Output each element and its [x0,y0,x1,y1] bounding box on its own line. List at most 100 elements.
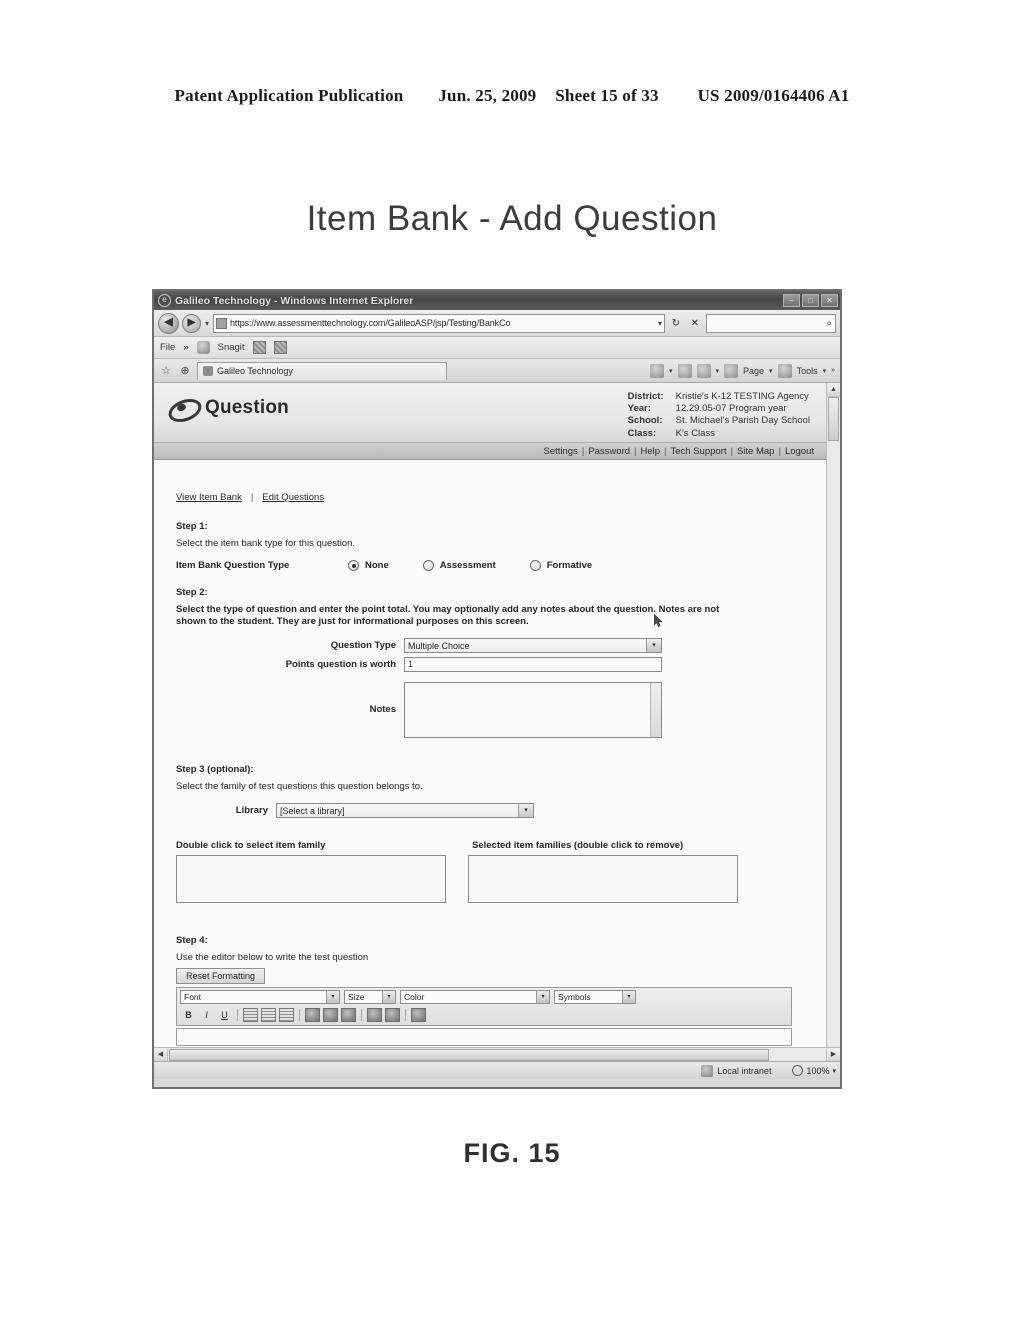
scroll-up-button[interactable]: ▲ [827,383,840,397]
chevron-down-icon[interactable]: ▾ [622,991,635,1003]
hscroll-thumb[interactable] [169,1048,769,1061]
nav-link-tech-support[interactable]: Tech Support [671,446,727,457]
printer-icon[interactable] [696,363,711,378]
menu-item-file[interactable]: File [160,342,175,353]
nav-link-password[interactable]: Password [588,446,630,457]
nav-separator: | [581,445,585,457]
align-right-button[interactable] [279,1008,294,1022]
size-select[interactable]: Size ▾ [344,990,396,1004]
snagit-grid-icon[interactable] [252,341,266,354]
home-icon[interactable] [649,363,664,378]
nav-link-site-map[interactable]: Site Map [737,446,775,457]
font-value: Font [184,992,202,1002]
question-editor-canvas[interactable] [176,1028,792,1046]
patent-header: Patent Application Publication Jun. 25, … [0,86,1024,106]
selected-families-listbox[interactable] [468,855,738,903]
chevron-down-icon[interactable]: ▾ [536,991,549,1003]
page-menu-icon[interactable] [724,363,739,378]
rss-icon[interactable] [677,363,692,378]
page-caret-icon[interactable]: ▾ [769,367,773,375]
tools-menu-icon[interactable] [777,363,792,378]
color-select[interactable]: Color ▾ [400,990,550,1004]
nav-link-help[interactable]: Help [641,446,661,457]
paste-button[interactable] [341,1008,356,1022]
bold-button[interactable]: B [181,1008,196,1022]
step3-description: Select the family of test questions this… [176,781,423,792]
page-vertical-scrollbar[interactable]: ▲ ▼ [826,383,840,1061]
align-center-button[interactable] [261,1008,276,1022]
points-input[interactable]: 1 [404,657,662,672]
chevron-down-icon[interactable]: ▾ [326,991,339,1003]
divider [299,1009,300,1021]
nav-link-logout[interactable]: Logout [785,446,814,457]
url-dropdown-icon[interactable]: ▾ [658,319,662,328]
scroll-thumb[interactable] [828,397,839,441]
align-left-button[interactable] [243,1008,258,1022]
add-tab-icon[interactable]: ⊕ [178,364,192,378]
back-button[interactable]: ◀ [158,312,179,334]
search-icon[interactable]: ⌕ [822,318,832,329]
zoom-level-label: 100% [806,1065,830,1076]
link-view-item-bank[interactable]: View Item Bank [176,492,242,503]
superscript-button[interactable] [411,1008,426,1022]
chevron-down-icon[interactable]: ▾ [382,991,395,1003]
library-select[interactable]: [Select a library] ▾ [276,803,534,818]
item-family-lists [176,855,818,903]
radio-none-icon[interactable] [348,560,359,571]
scroll-left-button[interactable]: ◀ [154,1048,168,1061]
toolbar-overflow-icon[interactable]: » [831,367,835,374]
menu-overflow-icon[interactable]: » [183,342,188,353]
link-edit-questions[interactable]: Edit Questions [262,492,324,503]
chevron-down-icon[interactable]: ▾ [518,804,533,817]
outdent-button[interactable] [367,1008,382,1022]
tools-menu-label[interactable]: Tools [797,366,818,376]
tools-caret-icon[interactable]: ▾ [823,367,827,375]
page-horizontal-scrollbar[interactable]: ◀ ▶ [154,1047,840,1061]
home-caret-icon[interactable]: ▾ [669,367,673,375]
radio-formative-icon[interactable] [529,560,541,571]
close-button[interactable]: ✕ [821,294,838,307]
notes-scrollbar[interactable] [650,683,661,737]
underline-button[interactable]: U [217,1008,232,1022]
reset-formatting-button[interactable]: Reset Formatting [176,968,266,984]
available-families-header: Double click to select item family [176,840,326,851]
divider [361,1009,362,1021]
radio-option-formative[interactable]: Formative [529,560,592,571]
forward-button[interactable]: ▶ [182,313,201,333]
library-value: [Select a library] [280,805,345,816]
chevron-down-icon[interactable]: ▾ [646,639,661,652]
radio-option-none[interactable]: None [348,560,389,571]
cut-button[interactable] [305,1008,320,1022]
address-bar[interactable]: https://www.assessmenttechnology.com/Gal… [213,313,665,333]
search-input[interactable]: ⌕ [706,313,836,333]
notes-label: Notes [369,704,396,715]
symbols-select[interactable]: Symbols ▾ [554,990,636,1004]
zoom-caret-icon[interactable]: ▾ [832,1067,836,1075]
italic-button[interactable]: I [199,1008,214,1022]
radio-assessment-icon[interactable] [422,560,434,571]
scroll-right-button[interactable]: ▶ [826,1048,840,1061]
indent-button[interactable] [385,1008,400,1022]
radio-option-assessment[interactable]: Assessment [422,560,496,571]
available-families-listbox[interactable] [176,855,446,903]
notes-textarea[interactable] [404,682,662,738]
copy-button[interactable] [323,1008,338,1022]
context-row-school: School: St. Michael's Parish Day School [628,415,810,427]
page-menu-label[interactable]: Page [743,366,764,376]
font-select[interactable]: Font ▾ [180,990,340,1004]
nav-link-settings[interactable]: Settings [544,446,578,457]
minimize-button[interactable]: – [783,294,800,307]
editor-toolbar-row-1: Font ▾ Size ▾ Color ▾ Symbols ▾ [177,988,791,1006]
print-caret-icon[interactable]: ▾ [716,367,720,375]
zoom-control[interactable]: 100% ▾ [776,1065,836,1076]
snagit-profile-icon[interactable] [273,341,287,354]
refresh-icon[interactable]: ↻ [668,315,684,332]
question-type-select[interactable]: Multiple Choice ▾ [404,638,662,653]
favorites-star-icon[interactable]: ☆ [159,364,173,378]
snagit-capture-icon[interactable] [196,341,210,354]
history-dropdown-icon[interactable]: ▾ [204,319,210,328]
stop-icon[interactable]: ✕ [687,315,703,332]
maximize-button[interactable]: □ [802,294,819,307]
security-zone[interactable]: Local intranet [701,1064,771,1077]
tab-galileo-technology[interactable]: Galileo Technology [197,361,447,380]
